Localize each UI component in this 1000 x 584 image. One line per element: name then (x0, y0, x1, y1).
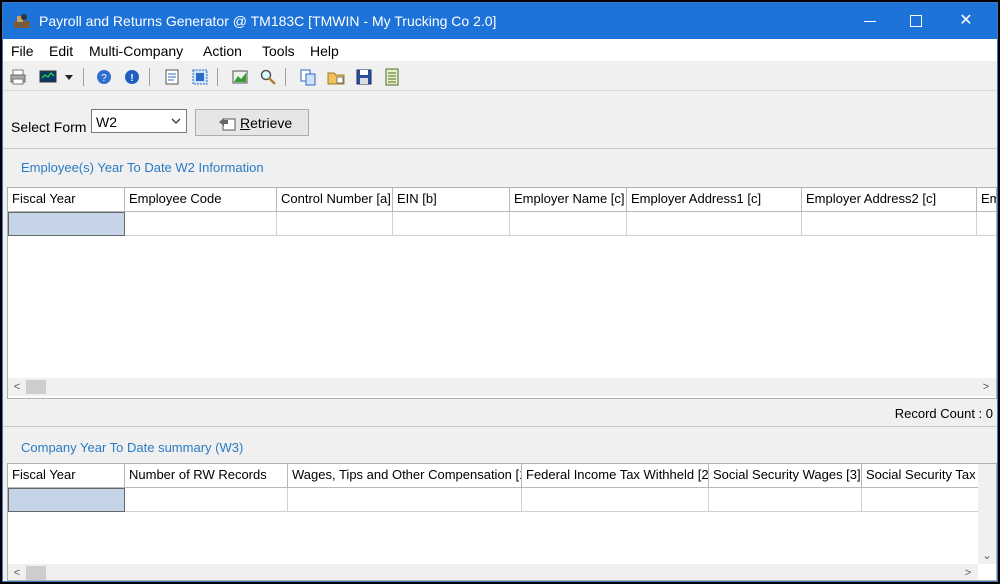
folder-icon[interactable] (327, 68, 345, 86)
toolbar: ? ! (3, 63, 997, 91)
column-header-employee-code[interactable]: Employee Code (125, 188, 277, 212)
scroll-left-icon[interactable]: < (9, 565, 25, 580)
column-header-employer-address1[interactable]: Employer Address1 [c] (627, 188, 802, 212)
svg-text:?: ? (101, 73, 107, 84)
app-icon (14, 14, 30, 28)
window-title: Payroll and Returns Generator @ TM183C [… (39, 13, 497, 29)
w3-cell-wages-tips[interactable] (288, 488, 522, 512)
select-all-icon[interactable] (191, 68, 209, 86)
maximize-button[interactable] (893, 3, 939, 39)
menu-action[interactable]: Action (203, 43, 242, 59)
w3-vertical-scrollbar[interactable]: ⌄ (978, 464, 996, 564)
scroll-right-icon[interactable]: > (960, 565, 976, 580)
column-header-control-number[interactable]: Control Number [a] (277, 188, 393, 212)
form-icon[interactable] (163, 68, 181, 86)
w3-cell-social-security-wages[interactable] (709, 488, 862, 512)
w3-cell-fiscal-year[interactable] (8, 488, 125, 512)
w2-grid: Fiscal Year Employee Code Control Number… (7, 187, 997, 399)
toolbar-separator (217, 68, 218, 86)
column-header-employer-name[interactable]: Employer Name [c] (510, 188, 627, 212)
column-header-ein[interactable]: EIN [b] (393, 188, 510, 212)
record-count: Record Count : 0 (894, 406, 993, 421)
w3-horizontal-scrollbar[interactable]: < > (8, 564, 978, 580)
scroll-thumb[interactable] (26, 566, 46, 580)
column-header-social-security-wages[interactable]: Social Security Wages [3] (709, 464, 862, 488)
w2-cell-employer-name[interactable] (510, 212, 627, 236)
notes-icon[interactable] (383, 68, 401, 86)
column-header-employer-address2[interactable]: Employer Address2 [c] (802, 188, 977, 212)
w2-cell-employer-address1[interactable] (627, 212, 802, 236)
w2-cell-control-number[interactable] (277, 212, 393, 236)
w2-section-title: Employee(s) Year To Date W2 Information (21, 160, 264, 175)
retrieve-label: Retrieve (240, 115, 293, 131)
w3-section-title: Company Year To Date summary (W3) (21, 440, 244, 455)
w3-grid: Fiscal Year Number of RW Records Wages, … (7, 463, 997, 581)
close-icon: ✕ (959, 12, 973, 29)
menu-edit[interactable]: Edit (49, 43, 73, 59)
dropdown-arrow-icon[interactable] (63, 68, 75, 86)
title-bar[interactable]: Payroll and Returns Generator @ TM183C [… (3, 3, 997, 39)
maximize-icon (910, 15, 922, 27)
w2-cell-fiscal-year[interactable] (8, 212, 125, 236)
info-icon[interactable]: ! (123, 68, 141, 86)
chart-icon[interactable] (231, 68, 249, 86)
menu-file[interactable]: File (11, 43, 34, 59)
search-icon[interactable] (259, 68, 277, 86)
toolbar-separator (149, 68, 150, 86)
close-button[interactable]: ✕ (943, 3, 989, 39)
monitor-icon[interactable] (39, 68, 57, 86)
scroll-down-icon[interactable]: ⌄ (979, 548, 995, 564)
w3-cell-federal-income-tax[interactable] (522, 488, 709, 512)
column-header-social-security-tax[interactable]: Social Security Tax (862, 464, 980, 488)
column-header-number-of-rw-records[interactable]: Number of RW Records (125, 464, 288, 488)
w2-cell-employee-code[interactable] (125, 212, 277, 236)
select-form-label: Select Form (11, 119, 87, 135)
scroll-thumb[interactable] (26, 380, 46, 394)
menu-help[interactable]: Help (310, 43, 339, 59)
menu-multi-company[interactable]: Multi-Company (89, 43, 183, 59)
w2-horizontal-scrollbar[interactable]: < > (8, 378, 996, 396)
svg-text:!: ! (130, 73, 133, 84)
column-header-fiscal-year[interactable]: Fiscal Year (8, 464, 125, 488)
chevron-down-icon (171, 118, 181, 124)
minimize-button[interactable] (847, 3, 893, 39)
column-header-wages-tips[interactable]: Wages, Tips and Other Compensation [1] (288, 464, 522, 488)
minimize-icon (864, 21, 876, 22)
w3-cell-number-of-rw-records[interactable] (125, 488, 288, 512)
printer-icon[interactable] (9, 68, 27, 86)
select-form-row: Select Form W2 Retrieve (3, 93, 997, 149)
column-header-federal-income-tax[interactable]: Federal Income Tax Withheld [2] (522, 464, 709, 488)
retrieve-button[interactable]: Retrieve (195, 109, 309, 136)
copy-icon[interactable] (299, 68, 317, 86)
toolbar-separator (83, 68, 84, 86)
w2-cell-ein[interactable] (393, 212, 510, 236)
help-icon[interactable]: ? (95, 68, 113, 86)
toolbar-separator (285, 68, 286, 86)
w3-cell-social-security-tax[interactable] (862, 488, 980, 512)
w2-cell-partial[interactable] (977, 212, 996, 236)
record-count-bar: Record Count : 0 (3, 399, 997, 427)
scroll-right-icon[interactable]: > (978, 379, 994, 395)
w2-cell-employer-address2[interactable] (802, 212, 977, 236)
retrieve-icon (219, 118, 236, 131)
column-header-fiscal-year[interactable]: Fiscal Year (8, 188, 125, 212)
form-select[interactable]: W2 (91, 109, 187, 133)
scroll-left-icon[interactable]: < (9, 379, 25, 395)
menu-bar: File Edit Multi-Company Action Tools Hel… (3, 39, 997, 61)
menu-tools[interactable]: Tools (262, 43, 295, 59)
form-select-value: W2 (96, 114, 117, 130)
app-window: Payroll and Returns Generator @ TM183C [… (2, 2, 998, 582)
column-header-partial[interactable]: Em (977, 188, 996, 212)
save-icon[interactable] (355, 68, 373, 86)
